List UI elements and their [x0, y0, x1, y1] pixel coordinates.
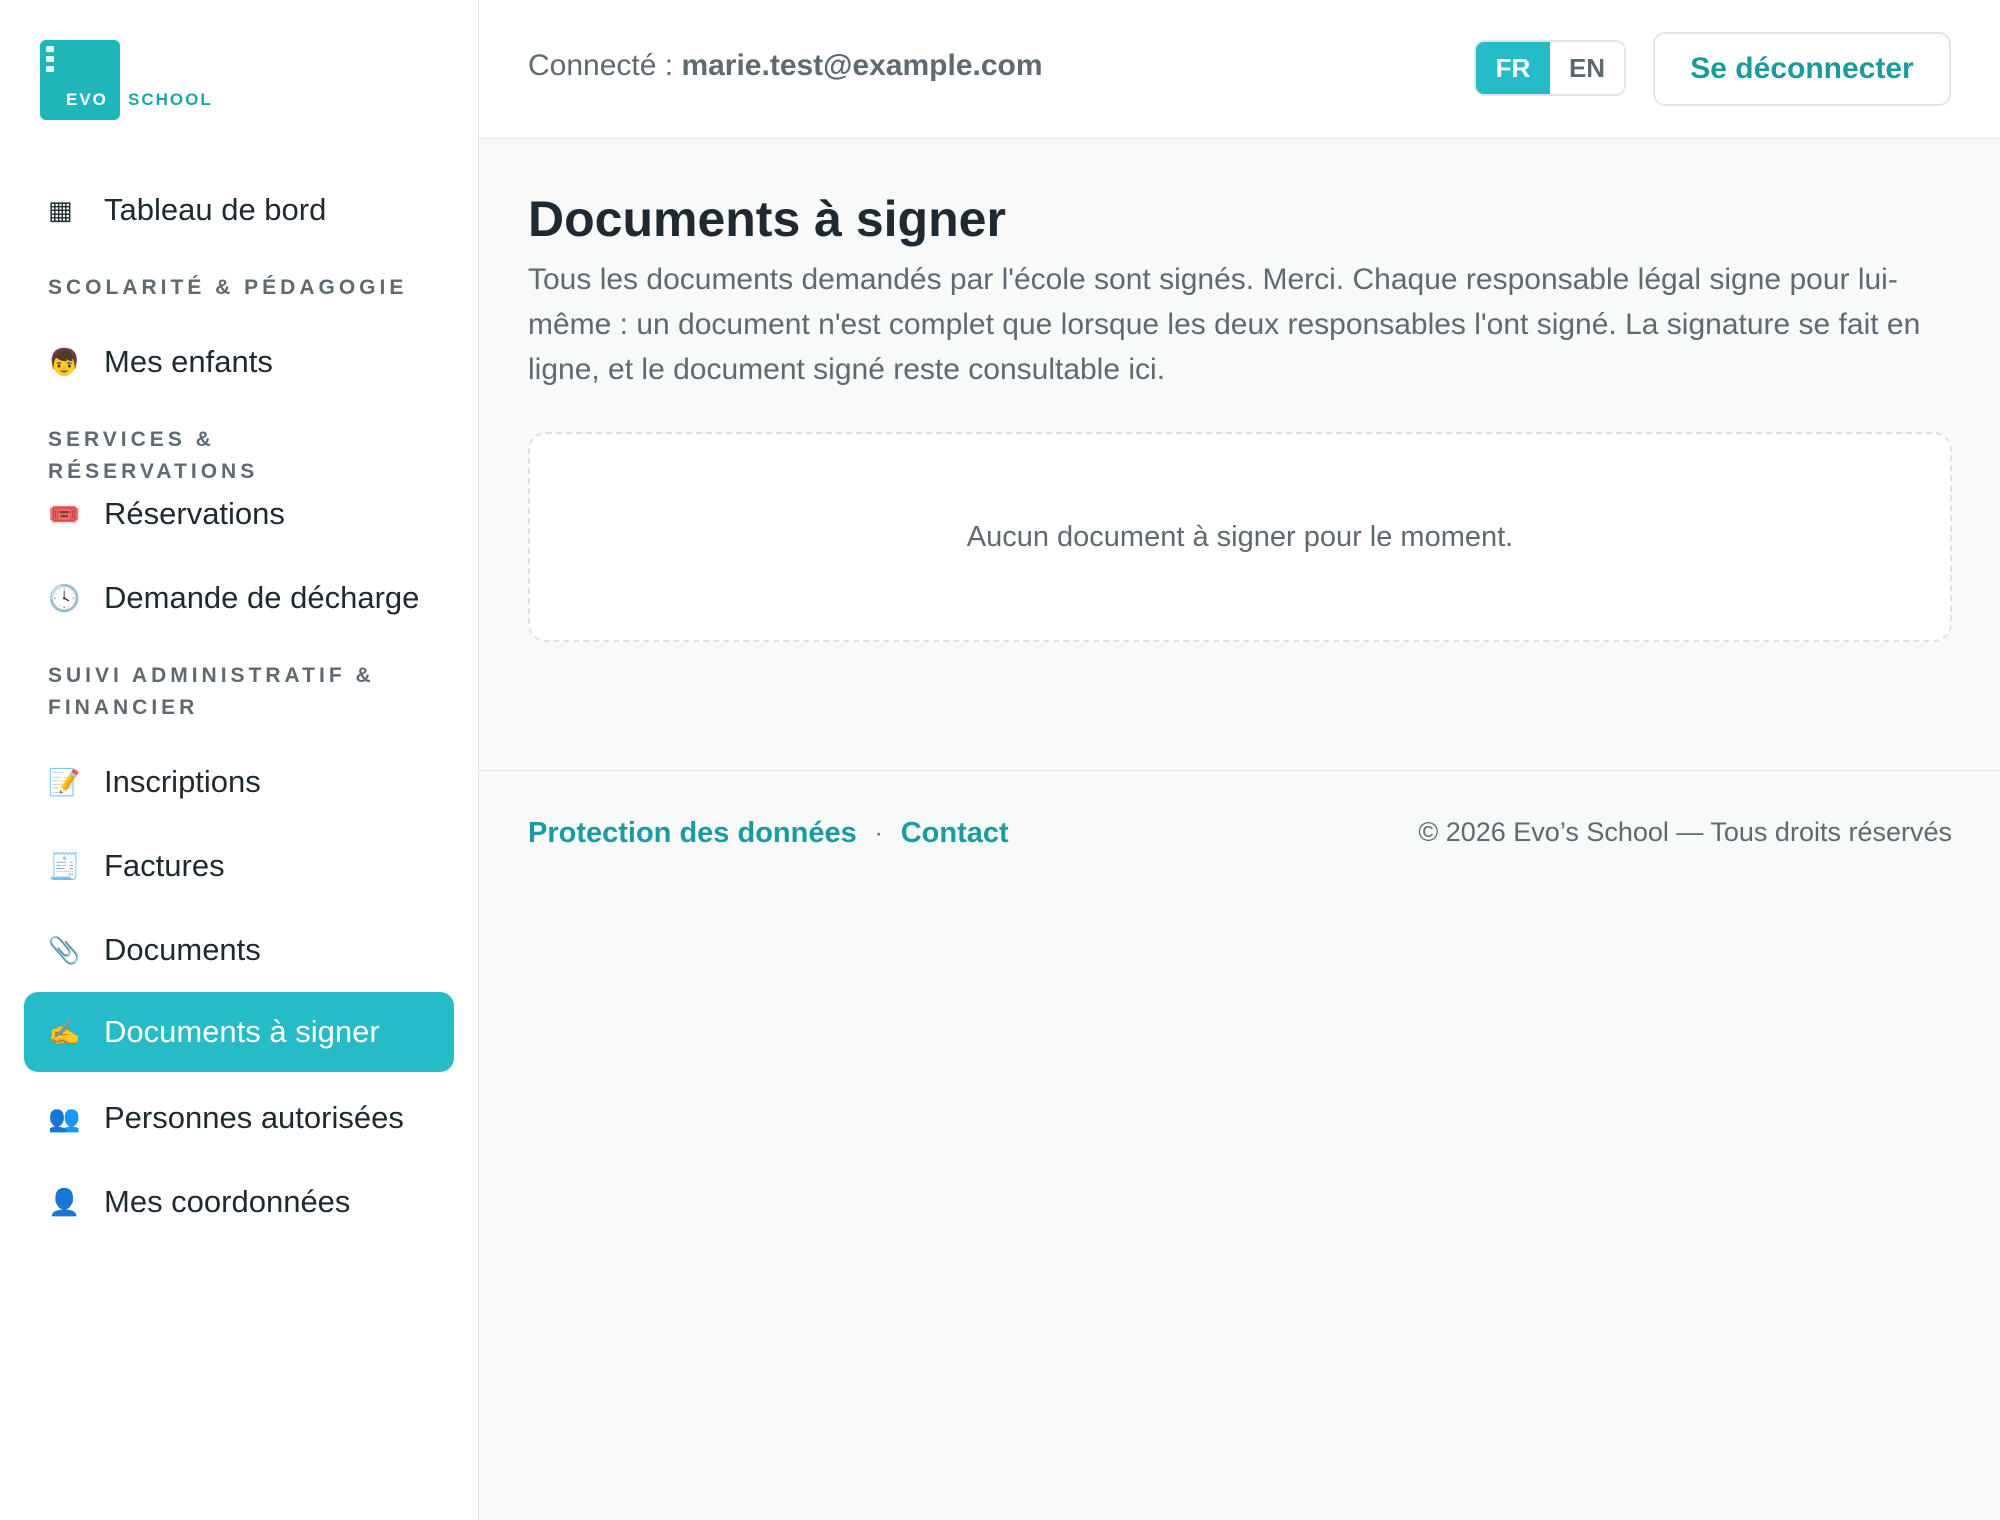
sidebar-item-label: Factures	[104, 848, 225, 883]
language-switch: FR EN	[1474, 40, 1626, 96]
logout-button[interactable]: Se déconnecter	[1653, 32, 1951, 106]
sidebar-item-label: Tableau de bord	[104, 192, 327, 227]
sidebar-item-label: Documents à signer	[104, 1014, 380, 1049]
connected-user: Connecté : marie.test@example.com	[528, 49, 1043, 83]
sidebar-item-label: Mes coordonnées	[104, 1184, 351, 1219]
footer-links: Protection des données · Contact	[528, 817, 1009, 850]
person-icon: 👤	[48, 1187, 81, 1217]
clock-icon: 🕓	[48, 583, 81, 613]
sidebar-item-documents-to-sign[interactable]: ✍️ Documents à signer	[24, 992, 454, 1072]
logo-text-evo: EVO	[66, 90, 108, 109]
app-root: EVO SCHOOL ▦ Tableau de bord SCOLARITÉ &…	[0, 0, 2000, 1520]
section-title-scolarite: SCOLARITÉ & PÉDAGOGIE	[48, 276, 408, 299]
sidebar-item-authorized-persons[interactable]: 👥 Personnes autorisées	[24, 1078, 454, 1158]
sidebar: EVO SCHOOL ▦ Tableau de bord SCOLARITÉ &…	[0, 0, 479, 1520]
contact-link[interactable]: Contact	[901, 817, 1009, 850]
paperclip-icon: 📎	[48, 935, 81, 965]
sidebar-item-documents[interactable]: 📎 Documents	[24, 910, 454, 990]
page-description: Tous les documents demandés par l'école …	[528, 263, 1921, 386]
user-email: marie.test@example.com	[681, 49, 1043, 82]
receipt-icon: 🧾	[48, 851, 81, 881]
sidebar-item-label: Inscriptions	[104, 764, 261, 799]
sidebar-item-reservations[interactable]: 🎟️ Réservations	[24, 474, 454, 554]
logo-text-school: SCHOOL	[128, 90, 213, 109]
page-title: Documents à signer	[528, 191, 1006, 247]
sidebar-item-contact-details[interactable]: 👤 Mes coordonnées	[24, 1162, 454, 1242]
sidebar-item-children[interactable]: 👦 Mes enfants	[24, 322, 454, 402]
dashboard-icon: ▦	[48, 195, 73, 225]
topbar: Connecté : marie.test@example.com FR EN …	[479, 0, 2000, 139]
footer-separator: ·	[874, 819, 883, 847]
child-icon: 👦	[48, 347, 81, 377]
main-content: Connecté : marie.test@example.com FR EN …	[479, 0, 2000, 1520]
people-icon: 👥	[48, 1103, 81, 1133]
logo[interactable]: EVO SCHOOL	[40, 40, 213, 120]
sidebar-item-factures[interactable]: 🧾 Factures	[24, 826, 454, 906]
sidebar-item-decharge[interactable]: 🕓 Demande de décharge	[24, 558, 454, 638]
writing-hand-icon: ✍️	[48, 1017, 81, 1047]
sidebar-item-label: Documents	[104, 932, 261, 967]
ticket-icon: 🎟️	[48, 499, 81, 529]
sidebar-item-label: Réservations	[104, 496, 285, 531]
logo-dots	[46, 46, 54, 76]
sidebar-item-label: Mes enfants	[104, 344, 273, 379]
sidebar-item-dashboard[interactable]: ▦ Tableau de bord	[24, 170, 454, 250]
lang-fr-button[interactable]: FR	[1476, 42, 1550, 94]
copyright: © 2026 Evo’s School — Tous droits réserv…	[1418, 817, 1952, 847]
privacy-link[interactable]: Protection des données	[528, 817, 857, 850]
footer: Protection des données · Contact © 2026 …	[479, 770, 2000, 910]
empty-state: Aucun document à signer pour le moment.	[528, 432, 1952, 642]
memo-icon: 📝	[48, 767, 81, 797]
sidebar-item-label: Demande de décharge	[104, 580, 420, 615]
sidebar-item-inscriptions[interactable]: 📝 Inscriptions	[24, 742, 454, 822]
empty-state-message: Aucun document à signer pour le moment.	[966, 520, 1514, 553]
sidebar-item-label: Personnes autorisées	[104, 1100, 404, 1135]
connected-prefix: Connecté :	[528, 49, 682, 82]
logo-mark: EVO	[40, 40, 120, 120]
lang-en-button[interactable]: EN	[1550, 42, 1624, 94]
section-title-admin: SUIVI ADMINISTRATIF & FINANCIER	[48, 664, 375, 719]
